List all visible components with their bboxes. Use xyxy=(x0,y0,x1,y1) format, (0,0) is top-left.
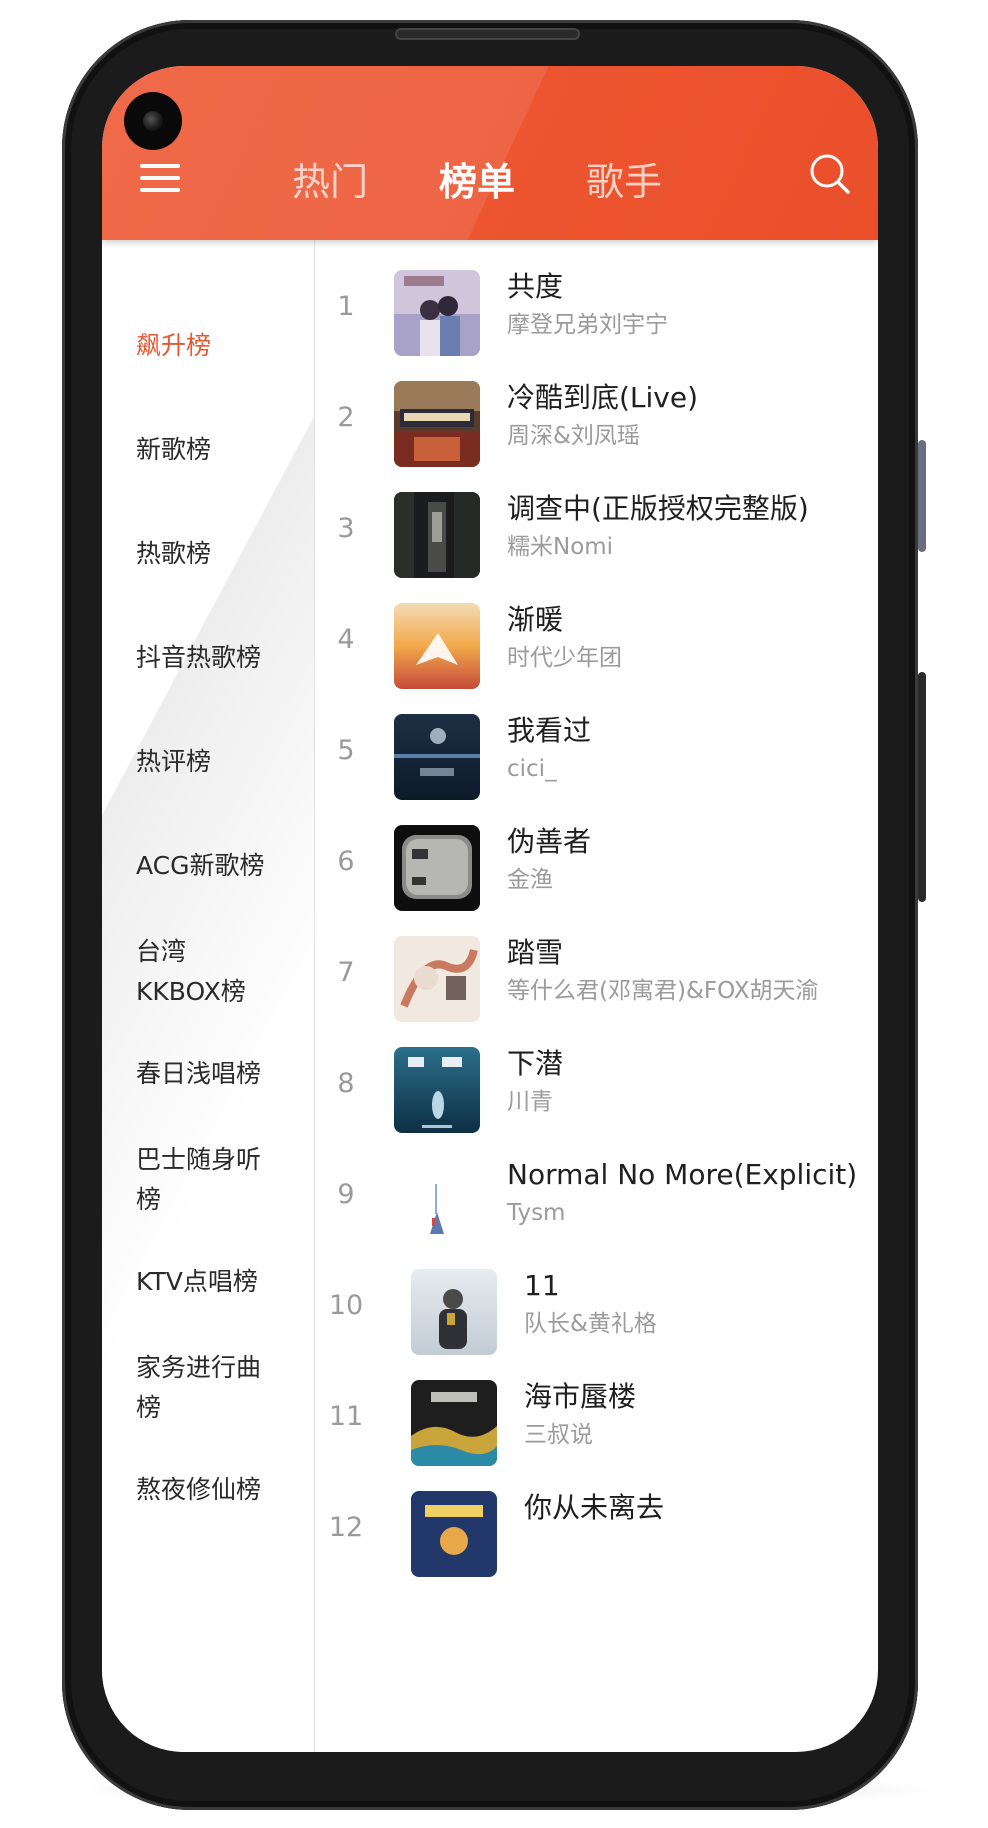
song-title: 伪善者 xyxy=(507,825,592,858)
album-cover xyxy=(394,492,480,578)
song-artist: 川青 xyxy=(507,1089,553,1115)
song-title: 调查中(正版授权完整版) xyxy=(507,492,809,525)
rank-number: 1 xyxy=(337,291,355,322)
sidebar-item-ktv[interactable]: KTV点唱榜 xyxy=(136,1262,306,1302)
rank-number: 7 xyxy=(337,957,355,988)
rank-number: 3 xyxy=(337,513,355,544)
earpiece-speaker xyxy=(395,28,580,40)
front-camera xyxy=(124,92,182,150)
song-artist: 三叔说 xyxy=(524,1422,593,1448)
album-cover xyxy=(411,1491,497,1577)
sidebar-item-soaring[interactable]: 飙升榜 xyxy=(136,326,306,366)
sidebar-item-late-night[interactable]: 熬夜修仙榜 xyxy=(136,1470,306,1510)
rank-number: 8 xyxy=(337,1068,355,1099)
tab-singers[interactable]: 歌手 xyxy=(586,154,662,210)
sidebar-item-bus[interactable]: 巴士随身听 榜 xyxy=(136,1140,306,1220)
list-item[interactable]: 3 调查中(正版授权完整版) 糯米Nomi xyxy=(314,474,878,584)
sidebar-item-kkbox[interactable]: 台湾 KKBOX榜 xyxy=(136,932,306,1012)
song-title: 冷酷到底(Live) xyxy=(507,381,699,414)
rank-number: 4 xyxy=(337,624,355,655)
song-artist: 糯米Nomi xyxy=(507,534,614,560)
rank-number: 11 xyxy=(328,1401,364,1432)
screen: 热门 榜单 歌手 飙升榜 新歌榜 热歌榜 抖音热歌榜 热评榜 ACG新歌榜 台湾… xyxy=(102,66,878,1752)
list-item[interactable]: 4 渐暖 时代少年团 xyxy=(314,585,878,695)
song-title: 共度 xyxy=(507,270,564,303)
list-item[interactable]: 8 下潜 川青 xyxy=(314,1029,878,1139)
rank-number: 6 xyxy=(337,846,355,877)
list-item[interactable]: 1 共度 摩登兄弟刘宇宁 xyxy=(314,252,878,362)
song-title: 渐暖 xyxy=(507,603,564,636)
song-title: 踏雪 xyxy=(507,936,564,969)
song-artist: 等什么君(邓寓君)&FOX胡天渝 xyxy=(507,978,819,1004)
power-button xyxy=(918,672,926,902)
song-artist: 周深&刘凤瑶 xyxy=(507,423,640,449)
album-cover xyxy=(411,1269,497,1355)
song-list: 1 共度 摩登兄弟刘宇宁 2 冷酷到底(Live) 周深&刘凤瑶 3 调查中(正… xyxy=(314,240,878,1752)
tab-charts[interactable]: 榜单 xyxy=(439,154,515,210)
song-title: 海市蜃楼 xyxy=(524,1380,637,1413)
song-title: 下潜 xyxy=(507,1047,564,1080)
chart-category-sidebar: 飙升榜 新歌榜 热歌榜 抖音热歌榜 热评榜 ACG新歌榜 台湾 KKBOX榜 春… xyxy=(102,240,315,1752)
rank-number: 10 xyxy=(328,1290,364,1321)
sidebar-item-hot-songs[interactable]: 热歌榜 xyxy=(136,534,306,574)
album-cover xyxy=(394,270,480,356)
search-icon[interactable] xyxy=(806,150,854,198)
sidebar-item-new-songs[interactable]: 新歌榜 xyxy=(136,430,306,470)
top-tabs: 热门 榜单 歌手 xyxy=(102,154,878,210)
list-item[interactable]: 12 你从未离去 xyxy=(314,1473,878,1583)
song-title: 你从未离去 xyxy=(524,1491,665,1524)
app-header: 热门 榜单 歌手 xyxy=(102,66,878,240)
rank-number: 5 xyxy=(337,735,355,766)
song-artist: 摩登兄弟刘宇宁 xyxy=(507,312,668,338)
rank-number: 9 xyxy=(337,1179,355,1210)
album-cover xyxy=(394,825,480,911)
album-cover xyxy=(394,1158,480,1244)
list-item[interactable]: 5 我看过 cici_ xyxy=(314,696,878,806)
sidebar-item-spring[interactable]: 春日浅唱榜 xyxy=(136,1054,306,1094)
list-item[interactable]: 11 海市蜃楼 三叔说 xyxy=(314,1362,878,1472)
album-cover xyxy=(394,603,480,689)
sidebar-item-hot-comments[interactable]: 热评榜 xyxy=(136,742,306,782)
song-artist: cici_ xyxy=(507,756,557,782)
list-item[interactable]: 6 伪善者 金渔 xyxy=(314,807,878,917)
list-item[interactable]: 9 Normal No More(Explicit) Tysm xyxy=(314,1140,878,1250)
album-cover xyxy=(394,714,480,800)
song-title: Normal No More(Explicit) xyxy=(507,1158,858,1191)
sidebar-item-acg[interactable]: ACG新歌榜 xyxy=(136,846,306,886)
rank-number: 2 xyxy=(337,402,355,433)
sidebar-item-douyin[interactable]: 抖音热歌榜 xyxy=(136,638,306,678)
song-artist: 时代少年团 xyxy=(507,645,622,671)
volume-button xyxy=(918,440,926,552)
album-cover xyxy=(411,1380,497,1466)
album-cover xyxy=(394,381,480,467)
list-item[interactable]: 7 踏雪 等什么君(邓寓君)&FOX胡天渝 xyxy=(314,918,878,1028)
list-item[interactable]: 2 冷酷到底(Live) 周深&刘凤瑶 xyxy=(314,363,878,473)
list-item[interactable]: 10 11 队长&黄礼格 xyxy=(314,1251,878,1361)
rank-number: 12 xyxy=(328,1512,364,1543)
song-title: 11 xyxy=(524,1269,560,1302)
album-cover xyxy=(394,1047,480,1133)
song-artist: 队长&黄礼格 xyxy=(524,1311,657,1337)
song-title: 我看过 xyxy=(507,714,592,747)
song-artist: 金渔 xyxy=(507,867,553,893)
sidebar-item-housework[interactable]: 家务进行曲 榜 xyxy=(136,1348,306,1428)
album-cover xyxy=(394,936,480,1022)
tab-hot[interactable]: 热门 xyxy=(292,154,368,210)
song-artist: Tysm xyxy=(507,1200,566,1226)
